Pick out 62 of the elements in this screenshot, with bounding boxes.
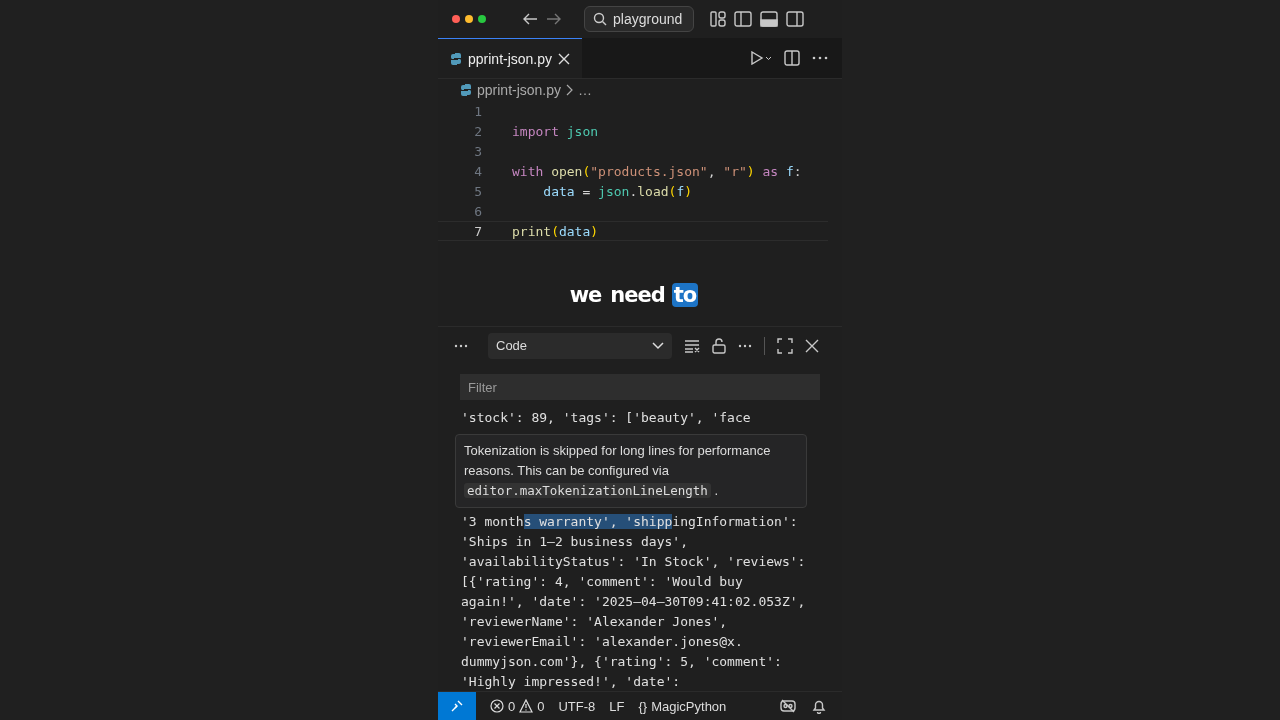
split-editor-icon[interactable] xyxy=(784,50,800,66)
line-number: 3 xyxy=(473,143,482,159)
output-channel-dropdown[interactable]: Code xyxy=(488,332,672,359)
tooltip-text: Tokenization is skipped for long lines for performance reasons. This can be configured via editor.maxTokenizationLineLength . xyxy=(464,442,772,500)
unlock-icon[interactable] xyxy=(712,337,726,354)
output-line: dummyjson.com'}, {'rating': 5, 'comment': xyxy=(461,653,783,671)
breadcrumb[interactable]: pprint-json.py xyxy=(477,82,562,98)
code-line: import json xyxy=(512,123,599,139)
output-line: 'reviewerEmail': 'alexander.jones@x. xyxy=(461,633,744,651)
caption-word: to xyxy=(671,283,699,307)
maximize-icon[interactable] xyxy=(777,337,793,354)
zoom-dot[interactable] xyxy=(478,15,486,23)
breadcrumb[interactable]: … xyxy=(578,82,593,98)
output-line: [{'rating': 4, 'comment': 'Would buy xyxy=(461,573,744,591)
line-number: 2 xyxy=(473,123,482,139)
python-icon xyxy=(450,51,462,66)
layout-icon[interactable] xyxy=(710,11,726,27)
output-line: again!', 'date': '2025–04–30T09:41:02.053Z', xyxy=(461,593,807,611)
line-number: 5 xyxy=(473,183,482,199)
line-number: 6 xyxy=(473,203,482,219)
sidebar-right-icon[interactable] xyxy=(786,11,804,27)
search-icon xyxy=(593,12,607,26)
code-line: with open("products.json", "r") as f: xyxy=(512,163,802,179)
panel-bottom-icon[interactable] xyxy=(760,11,778,27)
clear-output-icon[interactable] xyxy=(684,338,700,353)
chevron-icon xyxy=(566,84,574,96)
close-icon[interactable] xyxy=(805,338,819,353)
output-line: 'reviewerName': 'Alexander Jones', xyxy=(461,613,729,631)
code-line: print(data) xyxy=(512,223,599,239)
line-number: 1 xyxy=(473,103,482,119)
output-line: 'availabilityStatus': 'In Stock', 'reviews': xyxy=(461,553,807,571)
remote-icon xyxy=(450,699,464,713)
back-arrow-icon[interactable] xyxy=(522,12,538,26)
line-number: 4 xyxy=(473,163,482,179)
line-number: 7 xyxy=(473,223,482,239)
more-icon[interactable] xyxy=(454,343,468,348)
search-field[interactable]: playground xyxy=(584,6,694,32)
caption-word: we xyxy=(568,283,603,307)
problems-indicator[interactable]: 0 0 xyxy=(490,698,545,714)
close-icon[interactable] xyxy=(558,52,571,65)
output-line: 'stock': 89, 'tags': ['beauty', 'face xyxy=(461,409,752,427)
output-line: '3 months warranty', 'shippingInformation': xyxy=(461,513,799,531)
sidebar-left-icon[interactable] xyxy=(734,11,752,27)
copilot-icon[interactable] xyxy=(780,698,796,714)
editor-tab[interactable]: pprint-json.py xyxy=(438,38,583,78)
eol-label[interactable]: LF xyxy=(609,698,625,714)
python-icon xyxy=(460,83,472,97)
language-mode[interactable]: {} MagicPython xyxy=(638,698,727,714)
more-icon[interactable] xyxy=(812,56,828,60)
output-line: 'Highly impressed!', 'date': xyxy=(461,673,682,691)
output-line: 'Ships in 1–2 business days', xyxy=(461,533,689,551)
caption-word: need xyxy=(609,283,666,307)
chevron-down-icon xyxy=(652,341,664,350)
encoding-label[interactable]: UTF-8 xyxy=(558,698,596,714)
filter-field[interactable]: Filter xyxy=(460,374,820,400)
run-icon[interactable] xyxy=(750,51,772,65)
close-dot[interactable] xyxy=(452,15,460,23)
code-line: data = json.load(f) xyxy=(542,183,693,199)
bell-icon[interactable] xyxy=(812,698,826,714)
more-icon[interactable] xyxy=(738,343,752,348)
minimize-dot[interactable] xyxy=(465,15,473,23)
forward-arrow-icon[interactable] xyxy=(546,12,562,26)
